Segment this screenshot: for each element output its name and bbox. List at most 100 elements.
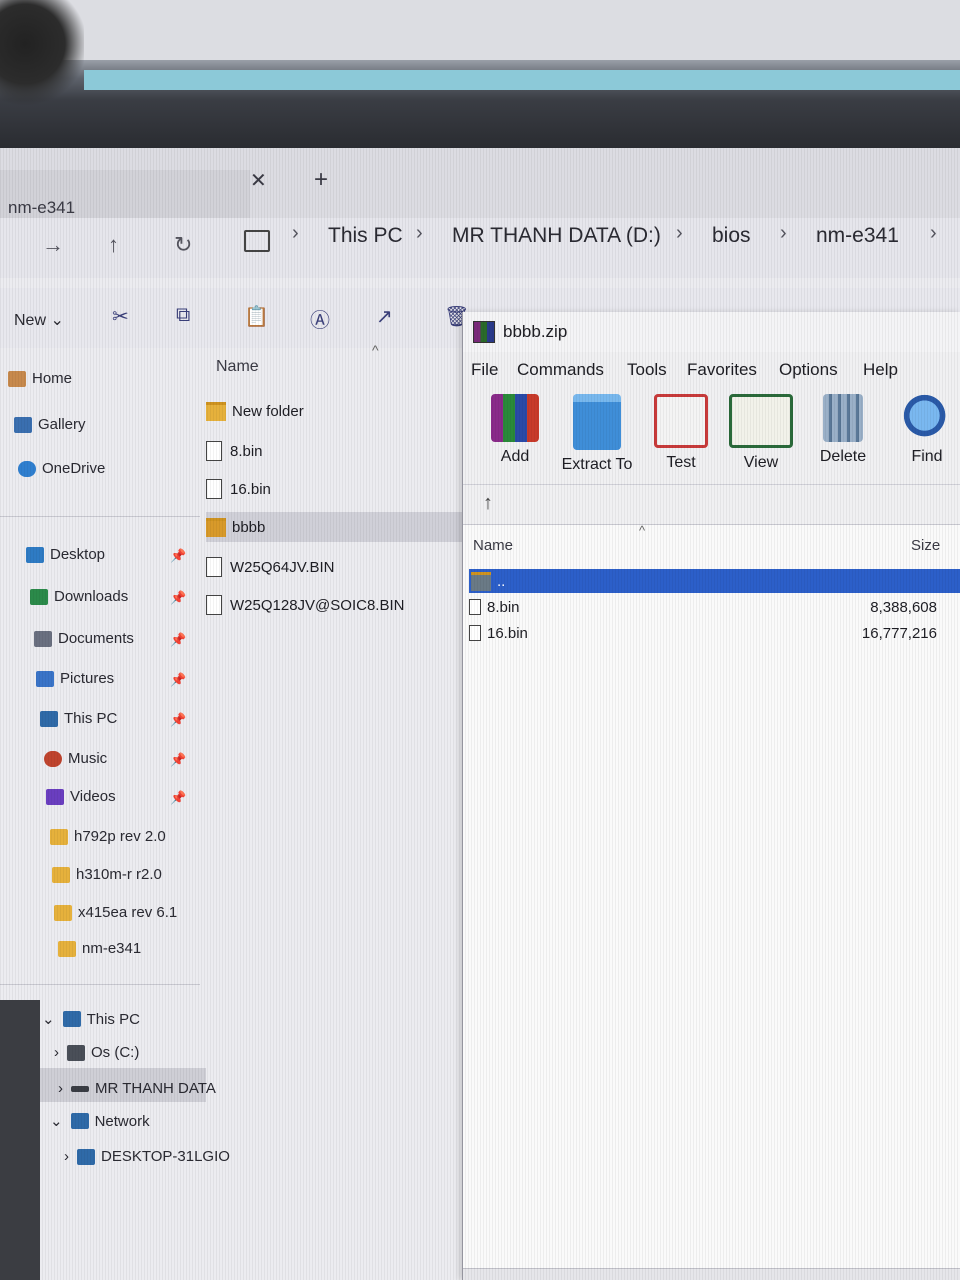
winrar-window: bbbb.zip File Commands Tools Favorites O… [462, 312, 960, 1280]
winrar-title-bar: bbbb.zip [463, 312, 960, 352]
chevron-right-icon: › [930, 222, 937, 244]
computer-icon [62, 1011, 81, 1027]
column-header-name[interactable]: Name [473, 537, 513, 554]
test-clipboard-icon [654, 394, 708, 448]
row-size: 8,388,608 [870, 598, 937, 616]
sidebar-item-home[interactable]: Home [8, 370, 72, 387]
menu-favorites[interactable]: Favorites [687, 360, 757, 380]
find-label: Find [911, 448, 943, 465]
sidebar-divider [0, 984, 200, 985]
sidebar-item-label: Videos [70, 788, 116, 805]
menu-help[interactable]: Help [863, 360, 898, 380]
delete-button[interactable]: Delete [803, 394, 883, 466]
list-item[interactable]: New folder [206, 396, 462, 426]
breadcrumb-this-pc[interactable]: This PC [328, 224, 403, 248]
tree-item-network[interactable]: ⌄ Network [50, 1112, 150, 1131]
extract-to-label: Extract To [561, 456, 633, 473]
breadcrumb-bios[interactable]: bios [712, 224, 751, 248]
chevron-right-icon[interactable]: › [58, 1080, 63, 1097]
sidebar-item-label: Pictures [60, 670, 115, 687]
list-item[interactable]: 8.bin [206, 436, 462, 466]
tab-nm-e341[interactable]: nm-e341 [0, 170, 250, 218]
menu-options[interactable]: Options [779, 360, 838, 380]
sidebar-item-videos[interactable]: Videos [46, 788, 116, 805]
table-row[interactable]: 16.bin 16,777,216 [469, 621, 960, 645]
up-one-level-icon[interactable]: ↑ [483, 492, 493, 515]
pin-icon: 📌 [170, 548, 187, 563]
sidebar-item-downloads[interactable]: Downloads [30, 588, 128, 605]
list-item[interactable]: bbbb [206, 512, 462, 542]
file-name: W25Q128JV@SOIC8.BIN [230, 596, 405, 614]
drive-icon [71, 1085, 89, 1092]
table-row[interactable]: .. [469, 569, 960, 593]
table-row[interactable]: 8.bin 8,388,608 [469, 595, 960, 619]
add-button[interactable]: Add [475, 394, 555, 466]
sidebar-item-documents[interactable]: Documents [34, 630, 134, 647]
sidebar-item-folder[interactable]: h310m-r r2.0 [52, 866, 162, 883]
new-tab-icon[interactable]: + [314, 166, 328, 194]
title-bar: nm-e341 ✕ + [0, 148, 960, 218]
menu-tools[interactable]: Tools [627, 360, 667, 380]
sidebar-item-label: h310m-r r2.0 [76, 866, 162, 883]
tree-item-label: MR THANH DATA [95, 1080, 216, 1097]
sidebar-item-folder[interactable]: h792p rev 2.0 [50, 828, 166, 845]
tree-item-os-c[interactable]: › Os (C:) [54, 1044, 139, 1061]
sidebar-item-folder[interactable]: x415ea rev 6.1 [54, 904, 177, 921]
menu-commands[interactable]: Commands [517, 360, 604, 380]
tree-item-this-pc[interactable]: ⌄ This PC [42, 1010, 140, 1029]
paste-icon[interactable]: 📋 [244, 304, 269, 329]
test-button[interactable]: Test [641, 394, 721, 472]
new-button[interactable]: New ⌄ [14, 310, 64, 330]
sidebar-item-label: Desktop [50, 546, 106, 563]
chevron-right-icon[interactable]: › [54, 1044, 59, 1061]
list-item[interactable]: 16.bin [206, 474, 462, 504]
screen: nm-e341 ✕ + → ↑ ↻ › This PC › MR THANH D… [0, 148, 960, 1280]
winrar-file-list: ^ Name Size .. 8.bin 8,388,608 16.bin 16… [463, 523, 960, 1269]
column-header-size[interactable]: Size [911, 537, 940, 554]
tab-title: nm-e341 [8, 198, 76, 217]
rename-icon[interactable]: Ⓐ [310, 304, 330, 333]
copy-icon[interactable]: ⧉ [176, 304, 190, 327]
tree-item-label: This PC [86, 1010, 140, 1028]
chevron-down-icon[interactable]: ⌄ [50, 1112, 63, 1130]
chevron-right-icon: › [292, 222, 299, 244]
camera-shadow [0, 0, 84, 110]
sidebar-item-folder[interactable]: nm-e341 [58, 940, 141, 957]
list-item[interactable]: W25Q64JV.BIN [206, 552, 462, 582]
sidebar-item-desktop[interactable]: Desktop [26, 546, 105, 563]
tab-close-icon[interactable]: ✕ [250, 168, 267, 193]
view-button[interactable]: View [721, 394, 801, 472]
chevron-right-icon[interactable]: › [64, 1148, 69, 1165]
share-icon[interactable]: ↗ [376, 304, 393, 329]
sort-caret-icon: ^ [372, 342, 379, 358]
extract-to-button[interactable]: Extract To [557, 394, 637, 474]
up-icon[interactable]: ↑ [108, 232, 119, 258]
column-header-name[interactable]: Name [216, 358, 259, 376]
file-name: New folder [232, 402, 304, 420]
tree-item-mr-thanh-data[interactable]: › MR THANH DATA [58, 1080, 216, 1097]
folder-icon [206, 401, 226, 421]
menu-file[interactable]: File [471, 360, 498, 380]
sidebar-item-onedrive[interactable]: OneDrive [18, 460, 105, 477]
breadcrumb-nm-e341[interactable]: nm-e341 [816, 224, 899, 248]
forward-icon[interactable]: → [42, 232, 64, 258]
gallery-icon [14, 416, 32, 433]
monitor-bezel-strip [84, 70, 960, 90]
sidebar-item-gallery[interactable]: Gallery [14, 416, 86, 433]
sidebar-item-pictures[interactable]: Pictures [36, 670, 114, 687]
winrar-logo-icon [473, 321, 495, 343]
sidebar-divider [0, 516, 200, 517]
cut-icon[interactable]: ✂ [112, 304, 129, 329]
test-label: Test [666, 454, 696, 471]
view-label: View [743, 454, 779, 471]
find-button[interactable]: Find [887, 394, 960, 466]
sidebar-item-music[interactable]: Music [44, 750, 107, 767]
refresh-icon[interactable]: ↻ [174, 232, 192, 258]
this-pc-icon[interactable] [244, 230, 270, 252]
list-item[interactable]: W25Q128JV@SOIC8.BIN [206, 590, 462, 620]
tree-item-desktop-pc[interactable]: › DESKTOP-31LGIO [64, 1148, 230, 1165]
sidebar-item-label: Downloads [54, 588, 129, 605]
breadcrumb-drive[interactable]: MR THANH DATA (D:) [452, 224, 661, 248]
sidebar-item-this-pc[interactable]: This PC [40, 710, 117, 727]
chevron-down-icon[interactable]: ⌄ [42, 1010, 55, 1028]
